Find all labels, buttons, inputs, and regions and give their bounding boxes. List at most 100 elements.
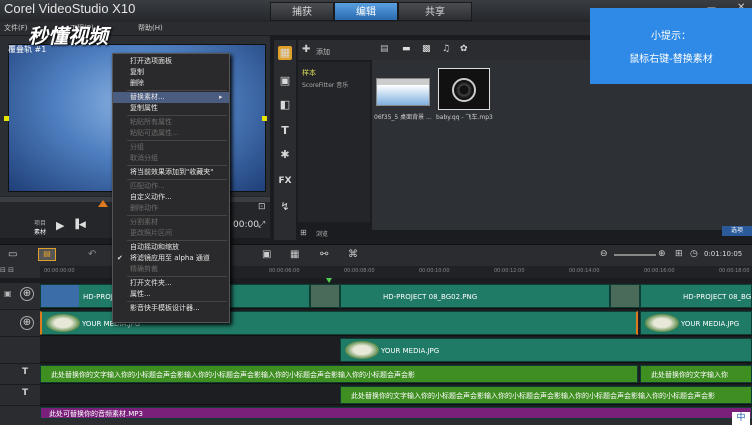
context-menu-item[interactable]: 打开文件夹...: [113, 278, 229, 289]
preview-handle-right[interactable]: [262, 116, 267, 121]
motion-tracking-icon[interactable]: ⚯: [320, 249, 328, 260]
auto-music-icon[interactable]: ⌘: [348, 249, 358, 260]
title-clip-2[interactable]: 此处替换你的文字输入你: [640, 365, 752, 383]
context-menu-item: 取消分组: [130, 154, 158, 162]
context-menu-item[interactable]: 将滤镜应用至 alpha 通道: [113, 253, 229, 264]
video-clip-2[interactable]: HD-PROJECT 08_BG02.PNG: [340, 284, 610, 308]
rewind-icon[interactable]: ▐◀: [72, 220, 86, 230]
ruler-tick-label: 00:00:00:00: [44, 268, 75, 274]
resize-icon[interactable]: ⤢: [258, 220, 265, 230]
music-clip-1[interactable]: 此处可替换你的音频素材.MP3: [40, 407, 752, 419]
show-audio-icon[interactable]: ♫: [442, 44, 450, 54]
context-menu-item[interactable]: 替换素材...: [113, 92, 229, 103]
menu-separator: [127, 179, 227, 180]
browse-icon[interactable]: ⊞: [300, 228, 307, 237]
media-category-icon[interactable]: ▦: [278, 46, 292, 60]
ruler-tick-label: 00:00:14:00: [569, 268, 600, 274]
context-menu-item[interactable]: 影音快手模板设计器...: [113, 303, 229, 314]
context-menu-item: 匹配动作...: [130, 182, 165, 190]
menu-separator: [127, 140, 227, 141]
ime-indicator[interactable]: 中: [732, 412, 750, 425]
overlay-track-1-toggle-icon[interactable]: ⊕: [20, 316, 34, 330]
timecode-display: 00:00: [233, 220, 259, 230]
context-menu-item[interactable]: 属性...: [113, 289, 229, 300]
options-button[interactable]: 选项: [722, 226, 752, 236]
menu-help[interactable]: 帮助(H): [138, 23, 163, 33]
ruler-tick-label: 00:00:18:00: [719, 268, 750, 274]
project-mode-label[interactable]: 项目: [34, 218, 46, 227]
overlay-clip-2[interactable]: YOUR MEDIA.JPG: [640, 311, 752, 335]
library-thumb-audio-label: baby.qq - 飞车.mp3: [436, 114, 493, 121]
mixer-icon[interactable]: ▦: [290, 249, 299, 260]
context-menu-item[interactable]: 自定义动作...: [113, 192, 229, 203]
title-track-2-icon[interactable]: T: [22, 388, 28, 398]
ruler-tick-label: 00:00:16:00: [644, 268, 675, 274]
context-menu-item[interactable]: 删除: [113, 78, 229, 89]
view-toggle-icon[interactable]: ▤: [380, 44, 389, 54]
title-clip-1[interactable]: 此处替换你的文字输入你的小标题会声会影输入你的小标题会声会影输入你的小标题会声会…: [40, 365, 638, 383]
watermark-logo: 秒懂视频: [28, 24, 108, 48]
ruler-tick-label: 00:00:08:00: [344, 268, 375, 274]
context-menu-item[interactable]: 打开选项面板: [113, 56, 229, 67]
menu-separator: [127, 301, 227, 302]
tab-capture[interactable]: 捕获: [270, 2, 334, 21]
undo-icon[interactable]: ↶: [88, 249, 96, 260]
library-thumb-image[interactable]: [376, 78, 430, 106]
transition-clip-1[interactable]: [310, 284, 340, 308]
show-video-icon[interactable]: ▬: [402, 44, 411, 54]
video-clip-3[interactable]: HD-PROJECT 08_BG: [640, 284, 752, 308]
video-track-icon[interactable]: ▣: [4, 289, 12, 298]
tab-share[interactable]: 共享: [398, 2, 472, 21]
path-icon[interactable]: ↯: [278, 200, 292, 214]
storyboard-view-icon[interactable]: ▭: [8, 249, 17, 260]
timeline-scrollbar[interactable]: [0, 419, 752, 425]
library-folder-scorefitter[interactable]: ScoreFitter 音乐: [302, 80, 348, 89]
show-photo-icon[interactable]: ▩: [422, 44, 431, 54]
library-folder-samples[interactable]: 样本: [302, 68, 316, 78]
add-folder-label[interactable]: 添加: [316, 47, 330, 57]
browse-label[interactable]: 浏览: [316, 229, 328, 238]
timeline-view-icon[interactable]: ▤: [38, 248, 56, 261]
playhead-marker-icon[interactable]: [98, 200, 108, 207]
transition-clip-2[interactable]: [610, 284, 640, 308]
title-track-1-icon[interactable]: T: [22, 367, 28, 377]
preview-handle-left[interactable]: [4, 116, 9, 121]
menu-separator: [127, 240, 227, 241]
library-thumb-image-label: 06f35_5 桌面背景 ...: [374, 114, 432, 121]
zoom-in-icon[interactable]: ⊕: [658, 249, 666, 259]
menu-separator: [127, 165, 227, 166]
menu-separator: [127, 215, 227, 216]
title-clip-3[interactable]: 此处替换你的文字输入你的小标题会声会影输入你的小标题会声会影输入你的小标题会声会…: [340, 386, 752, 404]
zoom-slider[interactable]: [614, 254, 656, 256]
app-title: Corel VideoStudio X10: [4, 1, 136, 16]
context-menu-item[interactable]: 复制: [113, 67, 229, 78]
hint-title: 小提示：: [651, 31, 691, 42]
hint-box: [590, 8, 752, 84]
add-icon[interactable]: ✚: [302, 44, 310, 55]
settings-gear-icon[interactable]: ✿: [460, 44, 468, 54]
context-menu-item[interactable]: 自动摇动和缩放: [113, 242, 229, 253]
transition-icon[interactable]: ◧: [278, 98, 292, 112]
context-menu-item[interactable]: 复制属性: [113, 103, 229, 114]
instant-project-icon[interactable]: ▣: [278, 74, 292, 88]
zoom-out-icon[interactable]: ⊖: [600, 249, 608, 259]
filter-fx-icon[interactable]: FX: [278, 174, 292, 188]
play-icon[interactable]: ▶: [56, 219, 64, 232]
tab-edit[interactable]: 编辑: [334, 2, 398, 21]
context-menu-item: 粘贴可选属性...: [130, 129, 179, 137]
ruler-tick-label: 00:00:06:00: [269, 268, 300, 274]
track-manager-icon[interactable]: ⊟ ⊟: [0, 266, 40, 278]
timeline-timecode: 0:01:10:05: [704, 250, 743, 258]
clip-mode-label[interactable]: 素材: [34, 227, 46, 236]
record-capture-icon[interactable]: ▣: [262, 249, 271, 260]
fit-timeline-icon[interactable]: ⊞: [675, 249, 683, 259]
context-menu-item[interactable]: 将当前效果添加到"收藏夹": [113, 167, 229, 178]
menu-file[interactable]: 文件(F): [4, 23, 28, 33]
title-icon[interactable]: T: [278, 124, 292, 138]
snapshot-icon[interactable]: ⊡: [258, 202, 266, 212]
overlay-track-2-header: [0, 337, 40, 363]
graphics-icon[interactable]: ✱: [278, 148, 292, 162]
overlay-clip-3[interactable]: YOUR MEDIA.JPG: [340, 338, 752, 362]
title-track-1-header: [0, 364, 40, 384]
video-track-toggle-icon[interactable]: ⊕: [20, 287, 34, 301]
